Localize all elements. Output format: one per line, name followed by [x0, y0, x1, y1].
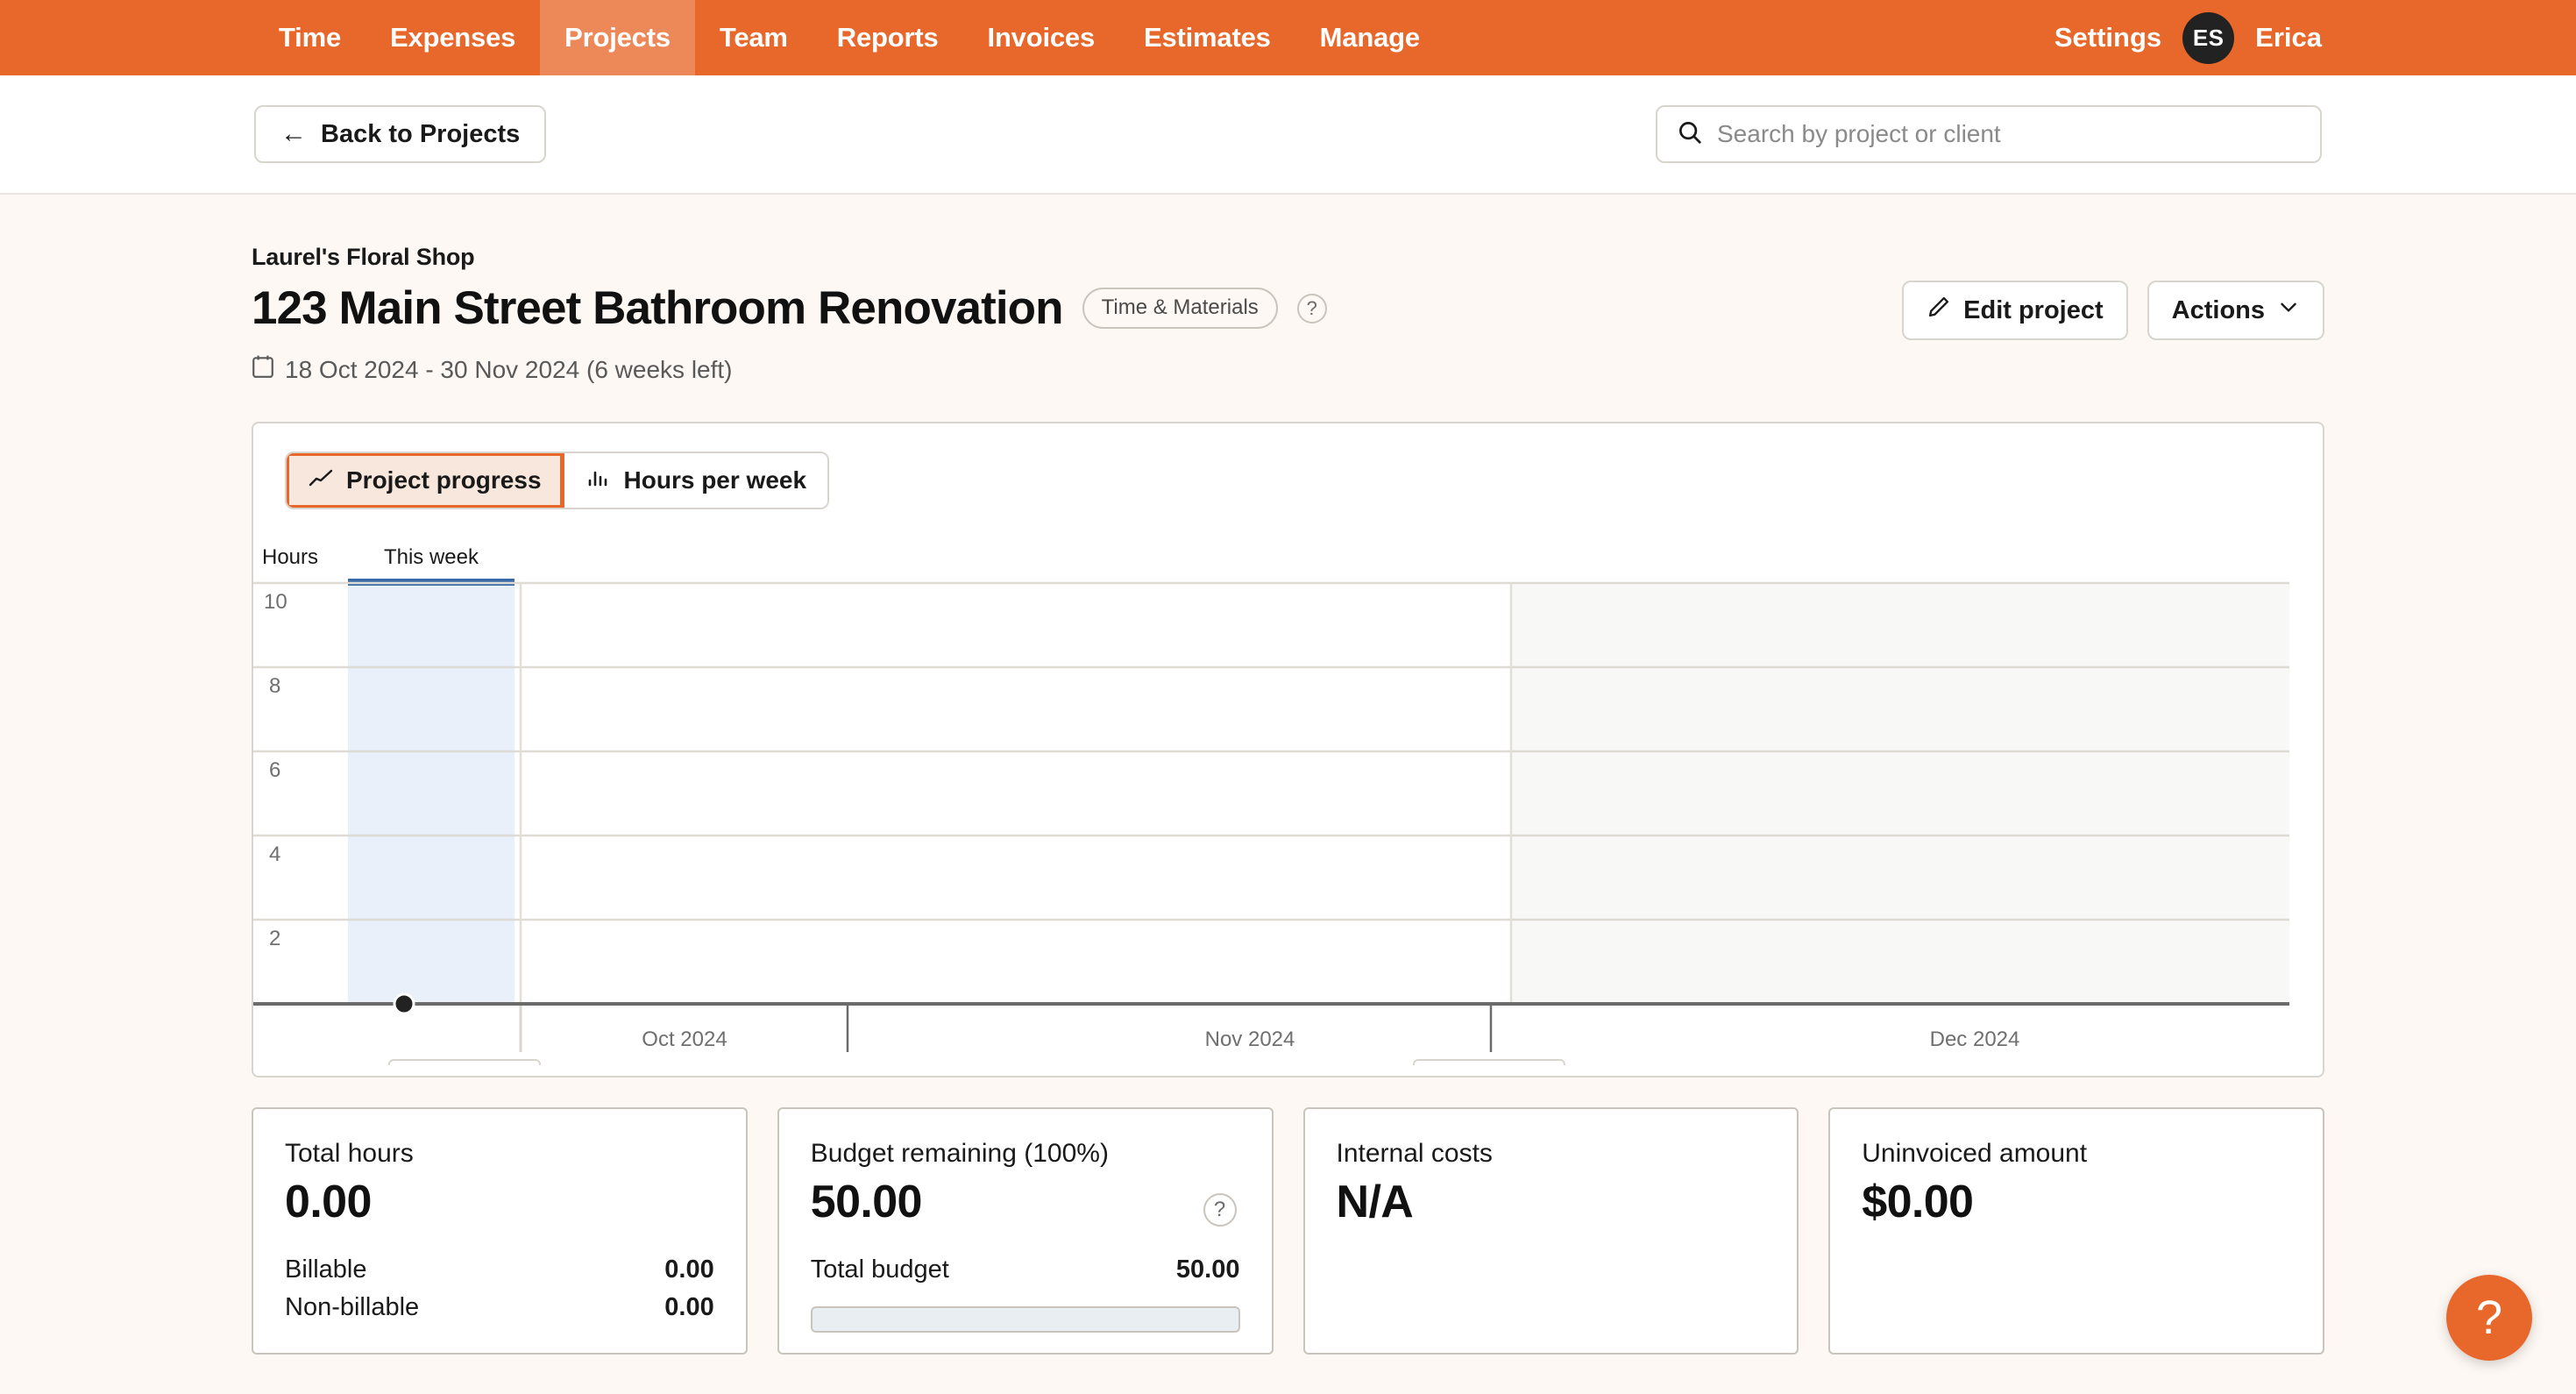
stat-label: Uninvoiced amount — [1862, 1139, 2088, 1168]
back-to-projects-button[interactable]: ← Back to Projects — [254, 105, 547, 163]
xtick-nov-2024: Nov 2024 — [1205, 1028, 1295, 1051]
actions-label: Actions — [2171, 295, 2265, 324]
top-navigation-bar: Time Expenses Projects Team Reports Invo… — [0, 0, 2576, 75]
stat-value: 50.00 — [810, 1177, 923, 1227]
calendar-icon — [252, 354, 274, 385]
nav-user-name[interactable]: Erica — [2255, 22, 2322, 53]
avatar[interactable]: ES — [2182, 11, 2235, 64]
help-icon[interactable]: ? — [1296, 293, 1327, 324]
stat-rows: Total budget 50.00 — [811, 1251, 1240, 1289]
stat-row: Non-billable 0.00 — [285, 1289, 714, 1326]
project-title-row: 123 Main Street Bathroom Renovation Time… — [252, 281, 1327, 335]
data-point-start — [393, 992, 415, 1015]
tab-project-progress[interactable]: Project progress — [287, 453, 564, 508]
stat-card-internal-costs: Internal costs N/A — [1302, 1107, 1799, 1355]
project-progress-chart-card: Project progress Hours per week Hours Th… — [252, 422, 2324, 1078]
tab-hours-per-week-label: Hours per week — [623, 466, 807, 494]
nav-item-expenses[interactable]: Expenses — [365, 0, 540, 75]
ytick-2: 2 — [269, 927, 280, 950]
xtick-oct-2024: Oct 2024 — [642, 1028, 727, 1051]
nav-item-projects[interactable]: Projects — [540, 0, 695, 75]
stat-label: Budget remaining (100%) — [810, 1139, 1109, 1168]
tab-project-progress-label: Project progress — [346, 466, 542, 494]
help-icon[interactable]: ? — [1203, 1193, 1237, 1227]
project-header-actions: Edit project Actions — [1902, 244, 2324, 340]
help-fab-button[interactable]: ? — [2446, 1275, 2532, 1361]
project-header-text: Laurel's Floral Shop 123 Main Street Bat… — [252, 244, 1327, 385]
back-to-projects-label: Back to Projects — [321, 119, 521, 148]
ytick-6: 6 — [269, 758, 280, 782]
tab-hours-per-week[interactable]: Hours per week — [564, 453, 828, 508]
this-week-label: This week — [384, 545, 479, 569]
stat-row-value: 0.00 — [664, 1255, 714, 1284]
nav-item-settings[interactable]: Settings — [2054, 22, 2161, 53]
budget-progress-bar — [810, 1306, 1240, 1333]
nav-item-manage[interactable]: Manage — [1295, 0, 1444, 75]
nav-item-estimates[interactable]: Estimates — [1119, 0, 1295, 75]
arrow-left-icon: ← — [280, 119, 307, 148]
ytick-8: 8 — [269, 674, 280, 698]
nav-right-cluster: Settings ES Erica — [2054, 0, 2576, 75]
status-badge: Time & Materials — [1082, 288, 1278, 329]
stat-label: Internal costs — [1336, 1139, 1493, 1168]
search-input[interactable] — [1717, 120, 2301, 148]
client-name: Laurel's Floral Shop — [252, 244, 475, 270]
stat-row-value: 0.00 — [664, 1293, 714, 1321]
chevron-down-icon — [2277, 295, 2300, 325]
edit-project-button[interactable]: Edit project — [1902, 281, 2128, 340]
this-week-band — [348, 583, 514, 1004]
summary-stat-cards: Total hours 0.00 Billable 0.00 Non-billa… — [252, 1107, 2324, 1355]
stat-row-value: 50.00 — [1175, 1255, 1240, 1284]
stat-row-label: Billable — [285, 1255, 367, 1284]
ytick-4: 4 — [269, 843, 280, 866]
nav-item-team[interactable]: Team — [695, 0, 813, 75]
project-header: Laurel's Floral Shop 123 Main Street Bat… — [252, 195, 2324, 385]
sub-header: ← Back to Projects — [0, 75, 2576, 195]
question-mark-icon: ? — [2475, 1291, 2503, 1344]
xtick-dec-2024: Dec 2024 — [1930, 1028, 2020, 1051]
project-progress-plot: Hours This week 10 8 6 4 2 Oct 2024 Nov … — [253, 539, 2323, 1076]
edit-project-label: Edit project — [1963, 295, 2104, 324]
stat-card-budget-remaining: Budget remaining (100%) 50.00 ? Total bu… — [777, 1107, 1274, 1355]
search-icon — [1677, 119, 1703, 150]
search-box[interactable] — [1656, 105, 2322, 163]
stat-row-label: Total budget — [810, 1255, 949, 1284]
project-date-range: 18 Oct 2024 - 30 Nov 2024 (6 weeks left) — [252, 354, 1327, 385]
bar-chart-icon — [585, 466, 612, 495]
line-chart-icon — [308, 466, 334, 495]
page-title: 123 Main Street Bathroom Renovation — [252, 282, 1064, 334]
chart-tab-group: Project progress Hours per week — [285, 452, 830, 509]
stat-row: Billable 0.00 — [285, 1251, 714, 1289]
stat-value: N/A — [1336, 1177, 1414, 1227]
stat-row-label: Non-billable — [285, 1293, 420, 1321]
stat-rows: Billable 0.00 Non-billable 0.00 — [285, 1251, 714, 1326]
start-marker-callout: Start: 10/18/2024 — [388, 1059, 541, 1065]
y-axis-title: Hours — [262, 545, 318, 569]
future-region-shading — [1511, 583, 2289, 1004]
project-date-range-label: 18 Oct 2024 - 30 Nov 2024 (6 weeks left) — [285, 355, 733, 383]
page-content: Laurel's Floral Shop 123 Main Street Bat… — [0, 195, 2576, 1355]
ytick-10: 10 — [264, 590, 287, 614]
nav-item-reports[interactable]: Reports — [813, 0, 963, 75]
stat-card-total-hours: Total hours 0.00 Billable 0.00 Non-billa… — [252, 1107, 748, 1355]
primary-nav-items: Time Expenses Projects Team Reports Invo… — [254, 0, 1444, 75]
nav-item-invoices[interactable]: Invoices — [963, 0, 1119, 75]
pencil-icon — [1927, 295, 1951, 326]
stat-row: Total budget 50.00 — [811, 1251, 1240, 1289]
actions-dropdown-button[interactable]: Actions — [2147, 281, 2324, 340]
stat-label: Total hours — [285, 1139, 414, 1168]
end-marker-callout: End: 11/30/2024 — [1413, 1059, 1565, 1065]
stat-value: $0.00 — [1862, 1177, 1974, 1227]
nav-item-time[interactable]: Time — [254, 0, 365, 75]
stat-card-uninvoiced-amount: Uninvoiced amount $0.00 — [1828, 1107, 2324, 1355]
stat-value: 0.00 — [285, 1177, 372, 1227]
chart-svg: Hours This week 10 8 6 4 2 Oct 2024 Nov … — [253, 545, 2289, 1065]
